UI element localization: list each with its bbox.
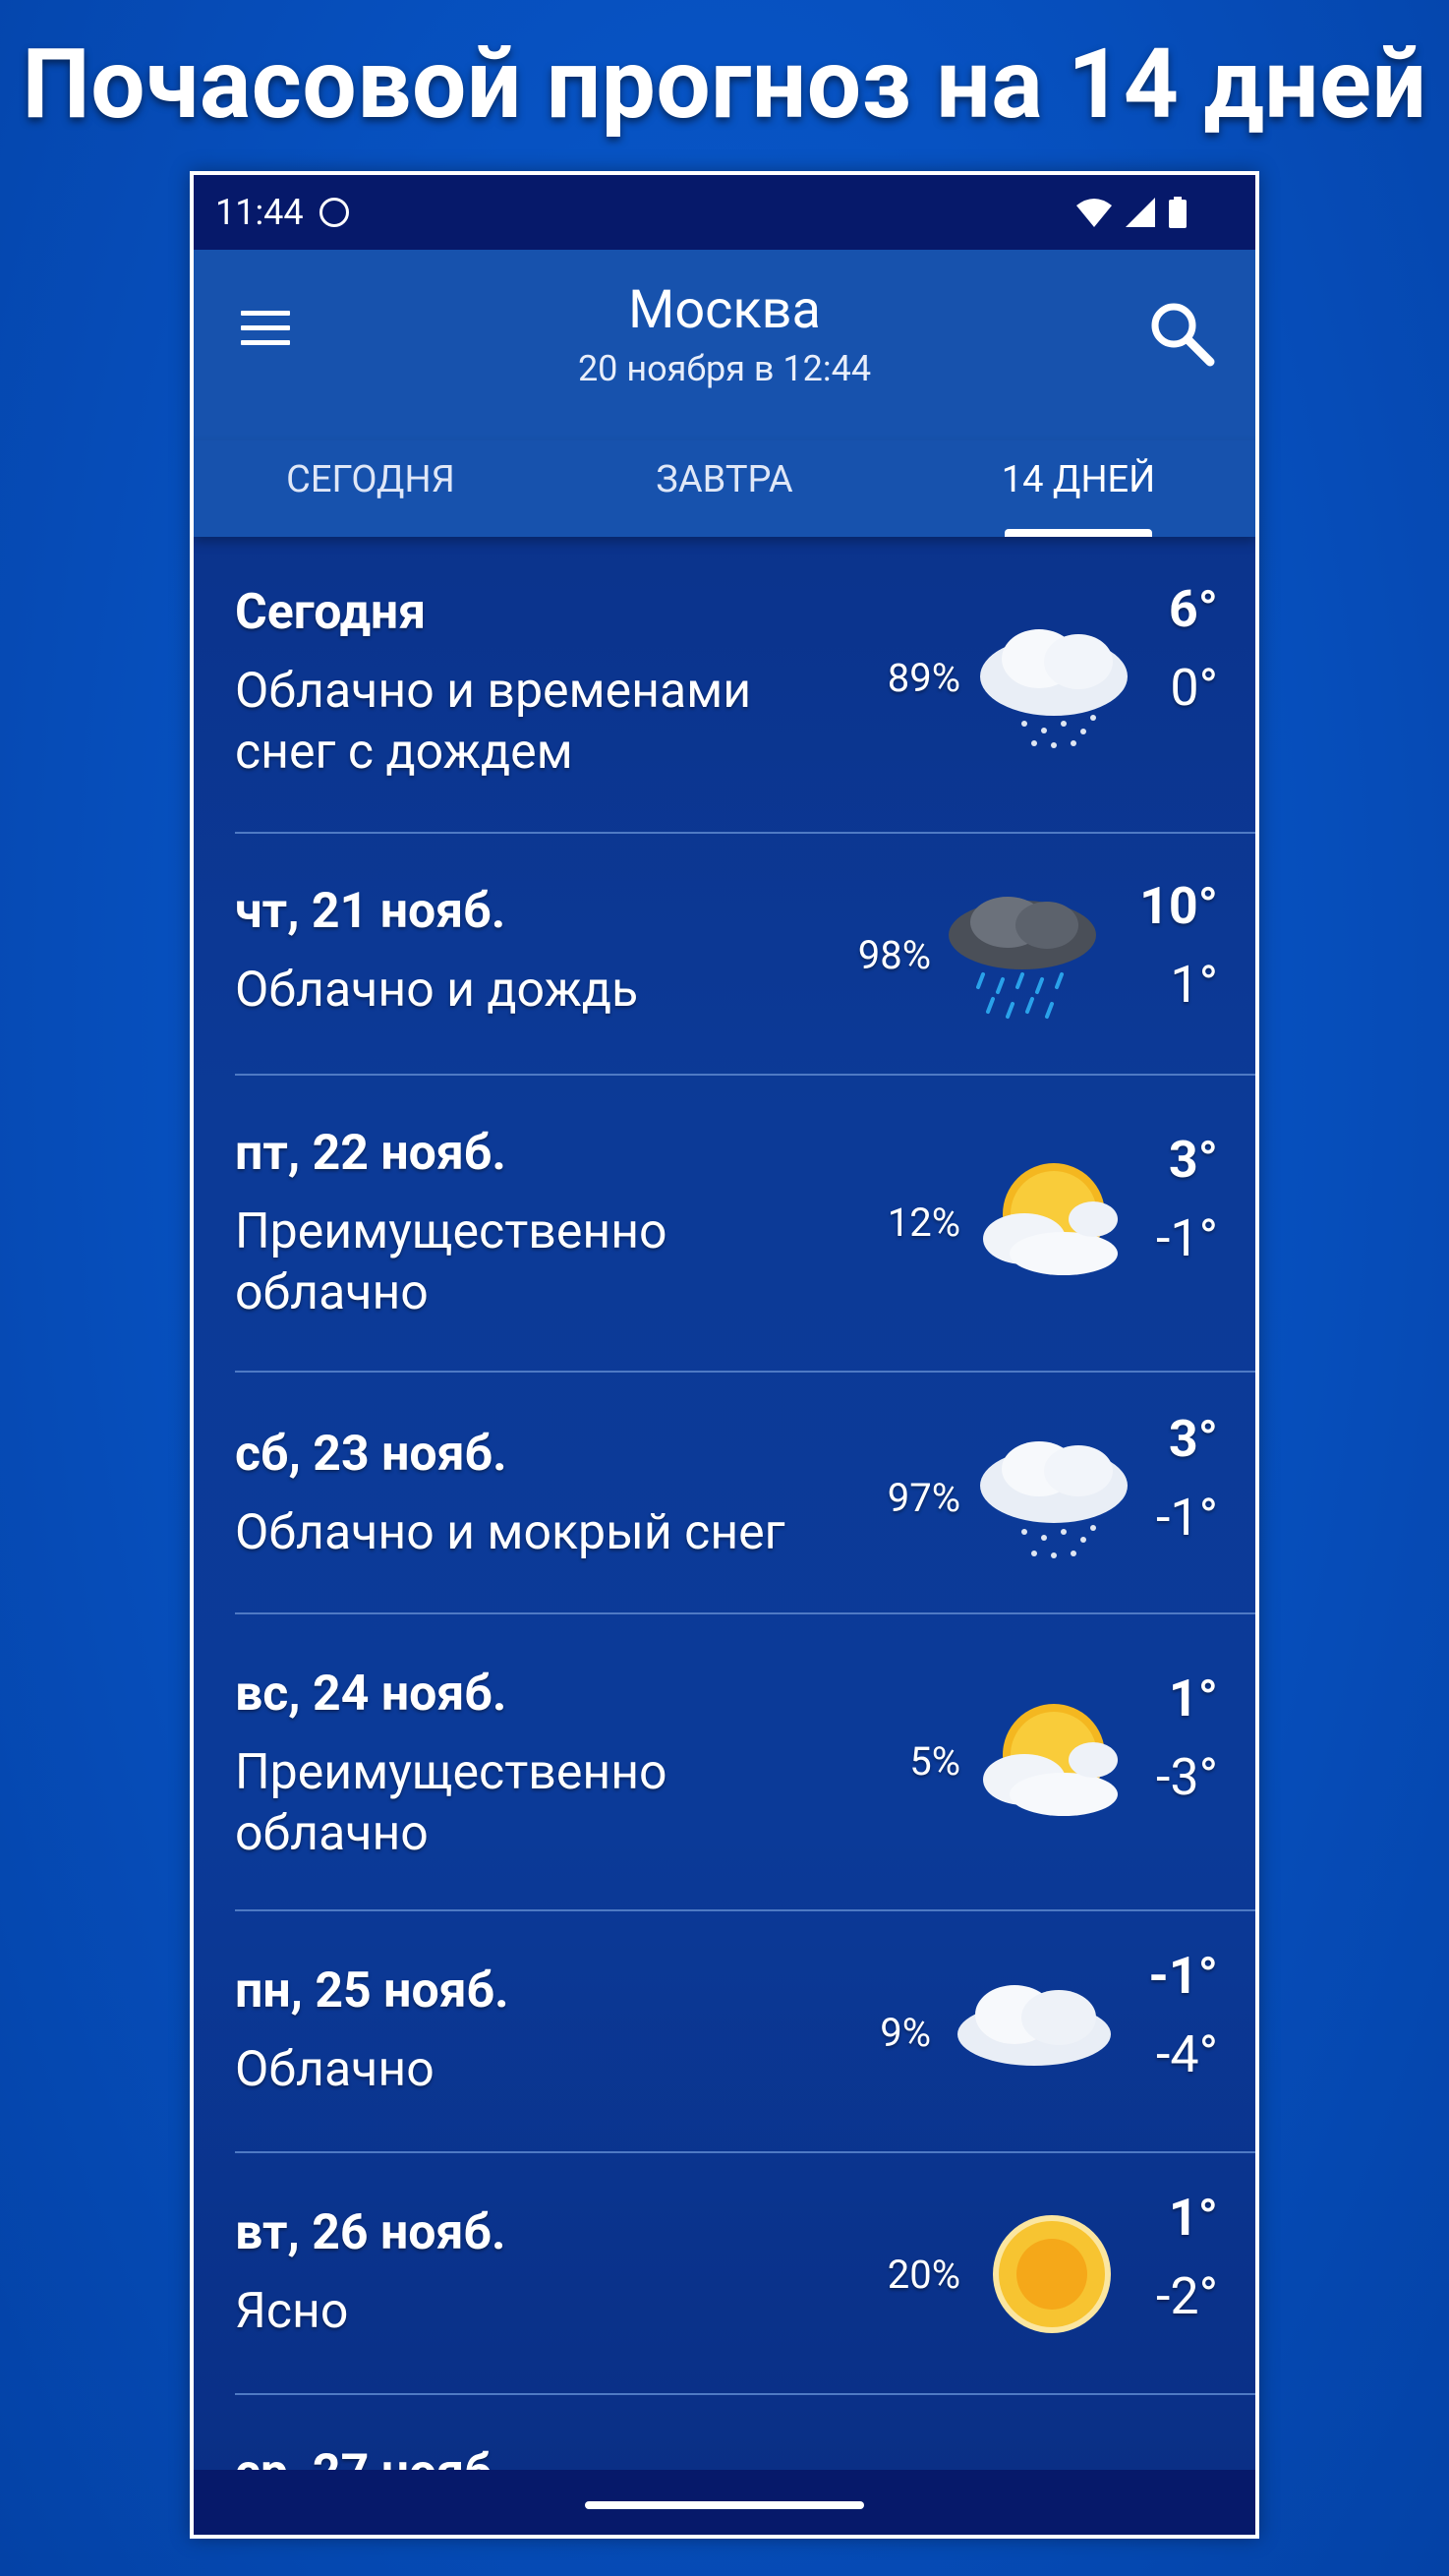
day-description: Облачно и временами снег с дождем [235,663,752,781]
temp-high: 6° [1168,579,1218,639]
precip-chance: 98% [857,932,931,978]
day-name: вт, 26 нояб. [235,2204,506,2261]
day-description: Ясно [235,2283,349,2340]
signal-icon [1126,198,1155,227]
day-name: сб, 23 нояб. [235,1426,507,1483]
temperature-range: 10° 1° [1080,867,1218,1025]
forecast-day-row[interactable]: вт, 26 нояб. Ясно 20% 1° -2° [194,2153,1255,2395]
search-icon[interactable] [1147,299,1216,368]
phone-screen: 11:44 Москва 20 ноября в 12:44 СЕГОДНЯ З… [190,171,1259,2539]
city-name[interactable]: Москва [194,279,1255,341]
status-icons [1076,197,1187,228]
day-description: Облачно [235,2041,435,2098]
status-bar: 11:44 [194,175,1255,250]
day-description: Облачно и мокрый снег [235,1504,785,1561]
day-name: чт, 21 нояб. [235,883,506,940]
temp-low: -2° [1155,2266,1218,2326]
forecast-day-row[interactable]: Сегодня Облачно и временами снег с дожде… [194,537,1255,834]
navigation-bar [194,2470,1255,2535]
forecast-day-row[interactable]: пн, 25 нояб. Облачно 9% -1° -4° [194,1911,1255,2153]
app-header: Москва 20 ноября в 12:44 [194,250,1255,440]
day-description: Облачно и дождь [235,962,639,1019]
temp-high: 3° [1168,1130,1218,1190]
forecast-day-row[interactable]: сб, 23 нояб. Облачно и мокрый снег 97% 3… [194,1373,1255,1614]
wifi-icon [1076,199,1112,227]
precip-chance: 20% [887,2252,960,2298]
day-name: вс, 24 нояб. [235,1666,507,1723]
temp-low: -1° [1155,1208,1218,1268]
precip-chance: 9% [880,2010,931,2056]
tab-14-days[interactable]: 14 ДНЕЙ [901,440,1255,537]
temperature-range: 1° -2° [1080,2179,1218,2336]
precip-chance: 5% [909,1738,960,1785]
precip-chance: 89% [887,655,960,701]
forecast-day-row[interactable]: чт, 21 нояб. Облачно и дождь 98% 10° 1° [194,834,1255,1076]
temp-low: -4° [1155,2024,1218,2084]
status-time: 11:44 [215,192,304,233]
temp-high: 1° [1168,1669,1218,1728]
day-name: пн, 25 нояб. [235,1962,509,2020]
temperature-range: 3° -1° [1080,1400,1218,1557]
temp-low: -3° [1155,1747,1218,1807]
battery-icon [1169,197,1187,228]
promo-title: Почасовой прогноз на 14 дней [22,28,1427,141]
temperature-range: 3° -1° [1080,1121,1218,1278]
tab-today[interactable]: СЕГОДНЯ [194,440,548,537]
temperature-range: 1° -3° [1080,1660,1218,1817]
temperature-range: -1° -4° [1080,1937,1218,2094]
temp-low: -1° [1155,1488,1218,1548]
temperature-range: 6° 0° [1080,570,1218,728]
updated-time: 20 ноября в 12:44 [577,348,872,389]
forecast-day-row[interactable]: пт, 22 нояб. Преимущественно облачно 12%… [194,1076,1255,1373]
day-description: Преимущественно облачно [235,1744,667,1862]
day-name: пт, 22 нояб. [235,1125,506,1182]
status-notification-icon [319,198,349,227]
temp-high: 1° [1168,2188,1218,2248]
day-name: Сегодня [235,584,427,641]
precip-chance: 97% [887,1475,960,1521]
tab-bar: СЕГОДНЯ ЗАВТРА 14 ДНЕЙ [194,440,1255,537]
precip-chance: 12% [887,1200,960,1246]
temp-low: 1° [1170,955,1218,1015]
temp-high: -1° [1148,1946,1218,2006]
temp-high: 3° [1168,1409,1218,1469]
tab-tomorrow[interactable]: ЗАВТРА [548,440,901,537]
day-description: Преимущественно облачно [235,1203,667,1321]
temp-low: 0° [1170,658,1218,718]
temp-high: 10° [1139,876,1218,936]
forecast-list: Сегодня Облачно и временами снег с дожде… [194,537,1255,2535]
forecast-day-row[interactable]: вс, 24 нояб. Преимущественно облачно 5% … [194,1614,1255,1911]
home-gesture-pill[interactable] [585,2501,864,2509]
